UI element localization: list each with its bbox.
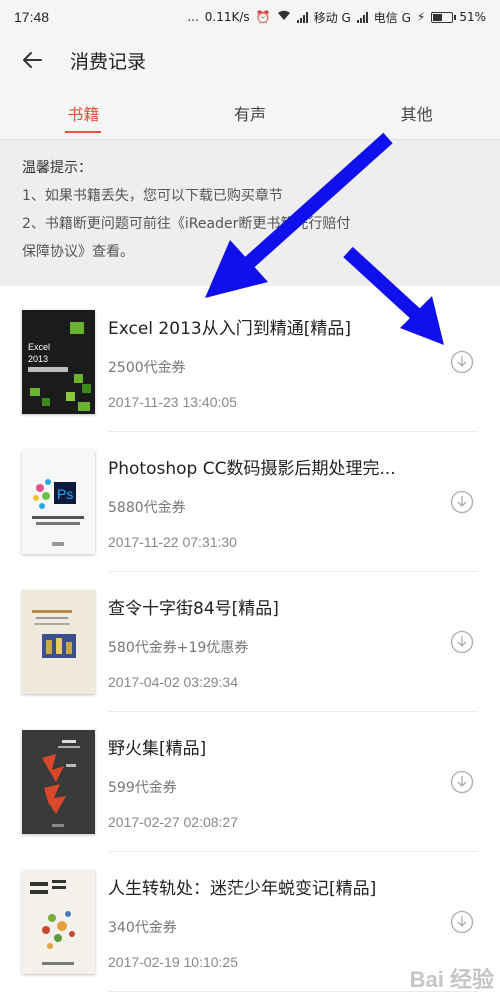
- tab-books[interactable]: 书籍: [0, 86, 167, 139]
- book-cover: Ps: [22, 450, 95, 554]
- download-circle-icon[interactable]: [450, 490, 474, 514]
- alarm-icon: ⏰: [255, 10, 271, 24]
- app-header: 消费记录: [0, 34, 500, 86]
- carrier-2: 电信 G: [373, 10, 411, 25]
- list-item[interactable]: Ps Photoshop CC数码摄影后期处理完... 5880代金券 2017…: [0, 432, 500, 572]
- book-cover: [22, 730, 95, 834]
- notice-line-1: 1、如果书籍丢失，您可以下载已购买章节: [22, 188, 283, 204]
- network-speed: 0.11K/s: [204, 10, 250, 24]
- status-indicators: ... 0.11K/s ⏰ 移动 G 电信 G ⚡ 51%: [187, 9, 486, 26]
- book-date: 2017-11-23 13:40:05: [108, 394, 237, 410]
- status-time: 17:48: [14, 9, 50, 25]
- svg-text:Ps: Ps: [57, 486, 73, 502]
- carrier-1: 移动 G: [313, 10, 351, 25]
- book-date: 2017-11-22 07:31:30: [108, 534, 237, 550]
- book-price: 580代金券+19优惠券: [108, 639, 249, 656]
- book-info: Photoshop CC数码摄影后期处理完... 5880代金券 2017-11…: [108, 450, 500, 554]
- book-title: 人生转轨处：迷茫少年蜕变记[精品]: [108, 879, 377, 899]
- notice-line-2[interactable]: 2、书籍断更问题可前往《iReader断更书籍先行赔付: [22, 210, 478, 238]
- book-price: 2500代金券: [108, 359, 186, 376]
- book-cover: Excel 2013: [22, 310, 95, 414]
- book-cover: [22, 870, 95, 974]
- notice-title: 温馨提示：: [22, 160, 92, 176]
- book-price: 5880代金券: [108, 499, 186, 516]
- list-item[interactable]: Excel 2013 Excel 2013从入门到精通[精品] 2500代金券 …: [0, 292, 500, 432]
- book-price: 599代金券: [108, 779, 177, 796]
- list-item[interactable]: 查令十字街84号[精品] 580代金券+19优惠券 2017-04-02 03:…: [0, 572, 500, 712]
- book-date: 2017-04-02 03:29:34: [108, 674, 238, 690]
- signal-icon-2: [356, 11, 368, 23]
- list-item[interactable]: 野火集[精品] 599代金券 2017-02-27 02:08:27: [0, 712, 500, 852]
- book-title: Excel 2013从入门到精通[精品]: [108, 319, 351, 339]
- watermark: Bai 经验: [409, 967, 494, 992]
- status-dots: ...: [187, 10, 199, 24]
- download-circle-icon[interactable]: [450, 630, 474, 654]
- svg-text:Excel: Excel: [28, 342, 50, 352]
- battery-percent: 51%: [459, 10, 486, 24]
- book-date: 2017-02-27 02:08:27: [108, 814, 238, 830]
- book-title: 野火集[精品]: [108, 739, 207, 759]
- arrow-left-icon[interactable]: [18, 46, 46, 74]
- notice-line-3[interactable]: 保障协议》查看。: [22, 238, 478, 266]
- svg-text:2013: 2013: [28, 354, 48, 364]
- book-info: 野火集[精品] 599代金券 2017-02-27 02:08:27: [108, 730, 500, 834]
- book-info: 人生转轨处：迷茫少年蜕变记[精品] 340代金券 2017-02-19 10:1…: [108, 870, 500, 974]
- book-cover: [22, 590, 95, 694]
- notice-panel: 温馨提示： 1、如果书籍丢失，您可以下载已购买章节 2、书籍断更问题可前往《iR…: [0, 140, 500, 286]
- book-price: 340代金券: [108, 919, 177, 936]
- status-bar: 17:48 ... 0.11K/s ⏰ 移动 G 电信 G ⚡ 51%: [0, 0, 500, 34]
- book-info: 查令十字街84号[精品] 580代金券+19优惠券 2017-04-02 03:…: [108, 590, 500, 694]
- tab-bar: 书籍 有声 其他: [0, 86, 500, 140]
- battery-icon: [431, 11, 457, 23]
- wifi-icon: [277, 10, 291, 24]
- download-circle-icon[interactable]: [450, 910, 474, 934]
- tab-other[interactable]: 其他: [333, 86, 500, 139]
- download-circle-icon[interactable]: [450, 350, 474, 374]
- battery-fill: [433, 13, 443, 21]
- download-circle-icon[interactable]: [450, 770, 474, 794]
- tab-audio[interactable]: 有声: [167, 86, 334, 139]
- charging-icon: ⚡: [416, 10, 426, 24]
- page-title: 消费记录: [70, 50, 147, 73]
- purchase-list: Excel 2013 Excel 2013从入门到精通[精品] 2500代金券 …: [0, 292, 500, 992]
- book-info: Excel 2013从入门到精通[精品] 2500代金券 2017-11-23 …: [108, 310, 500, 414]
- book-title: Photoshop CC数码摄影后期处理完...: [108, 459, 396, 479]
- signal-icon: [296, 11, 308, 23]
- book-title: 查令十字街84号[精品]: [108, 599, 279, 619]
